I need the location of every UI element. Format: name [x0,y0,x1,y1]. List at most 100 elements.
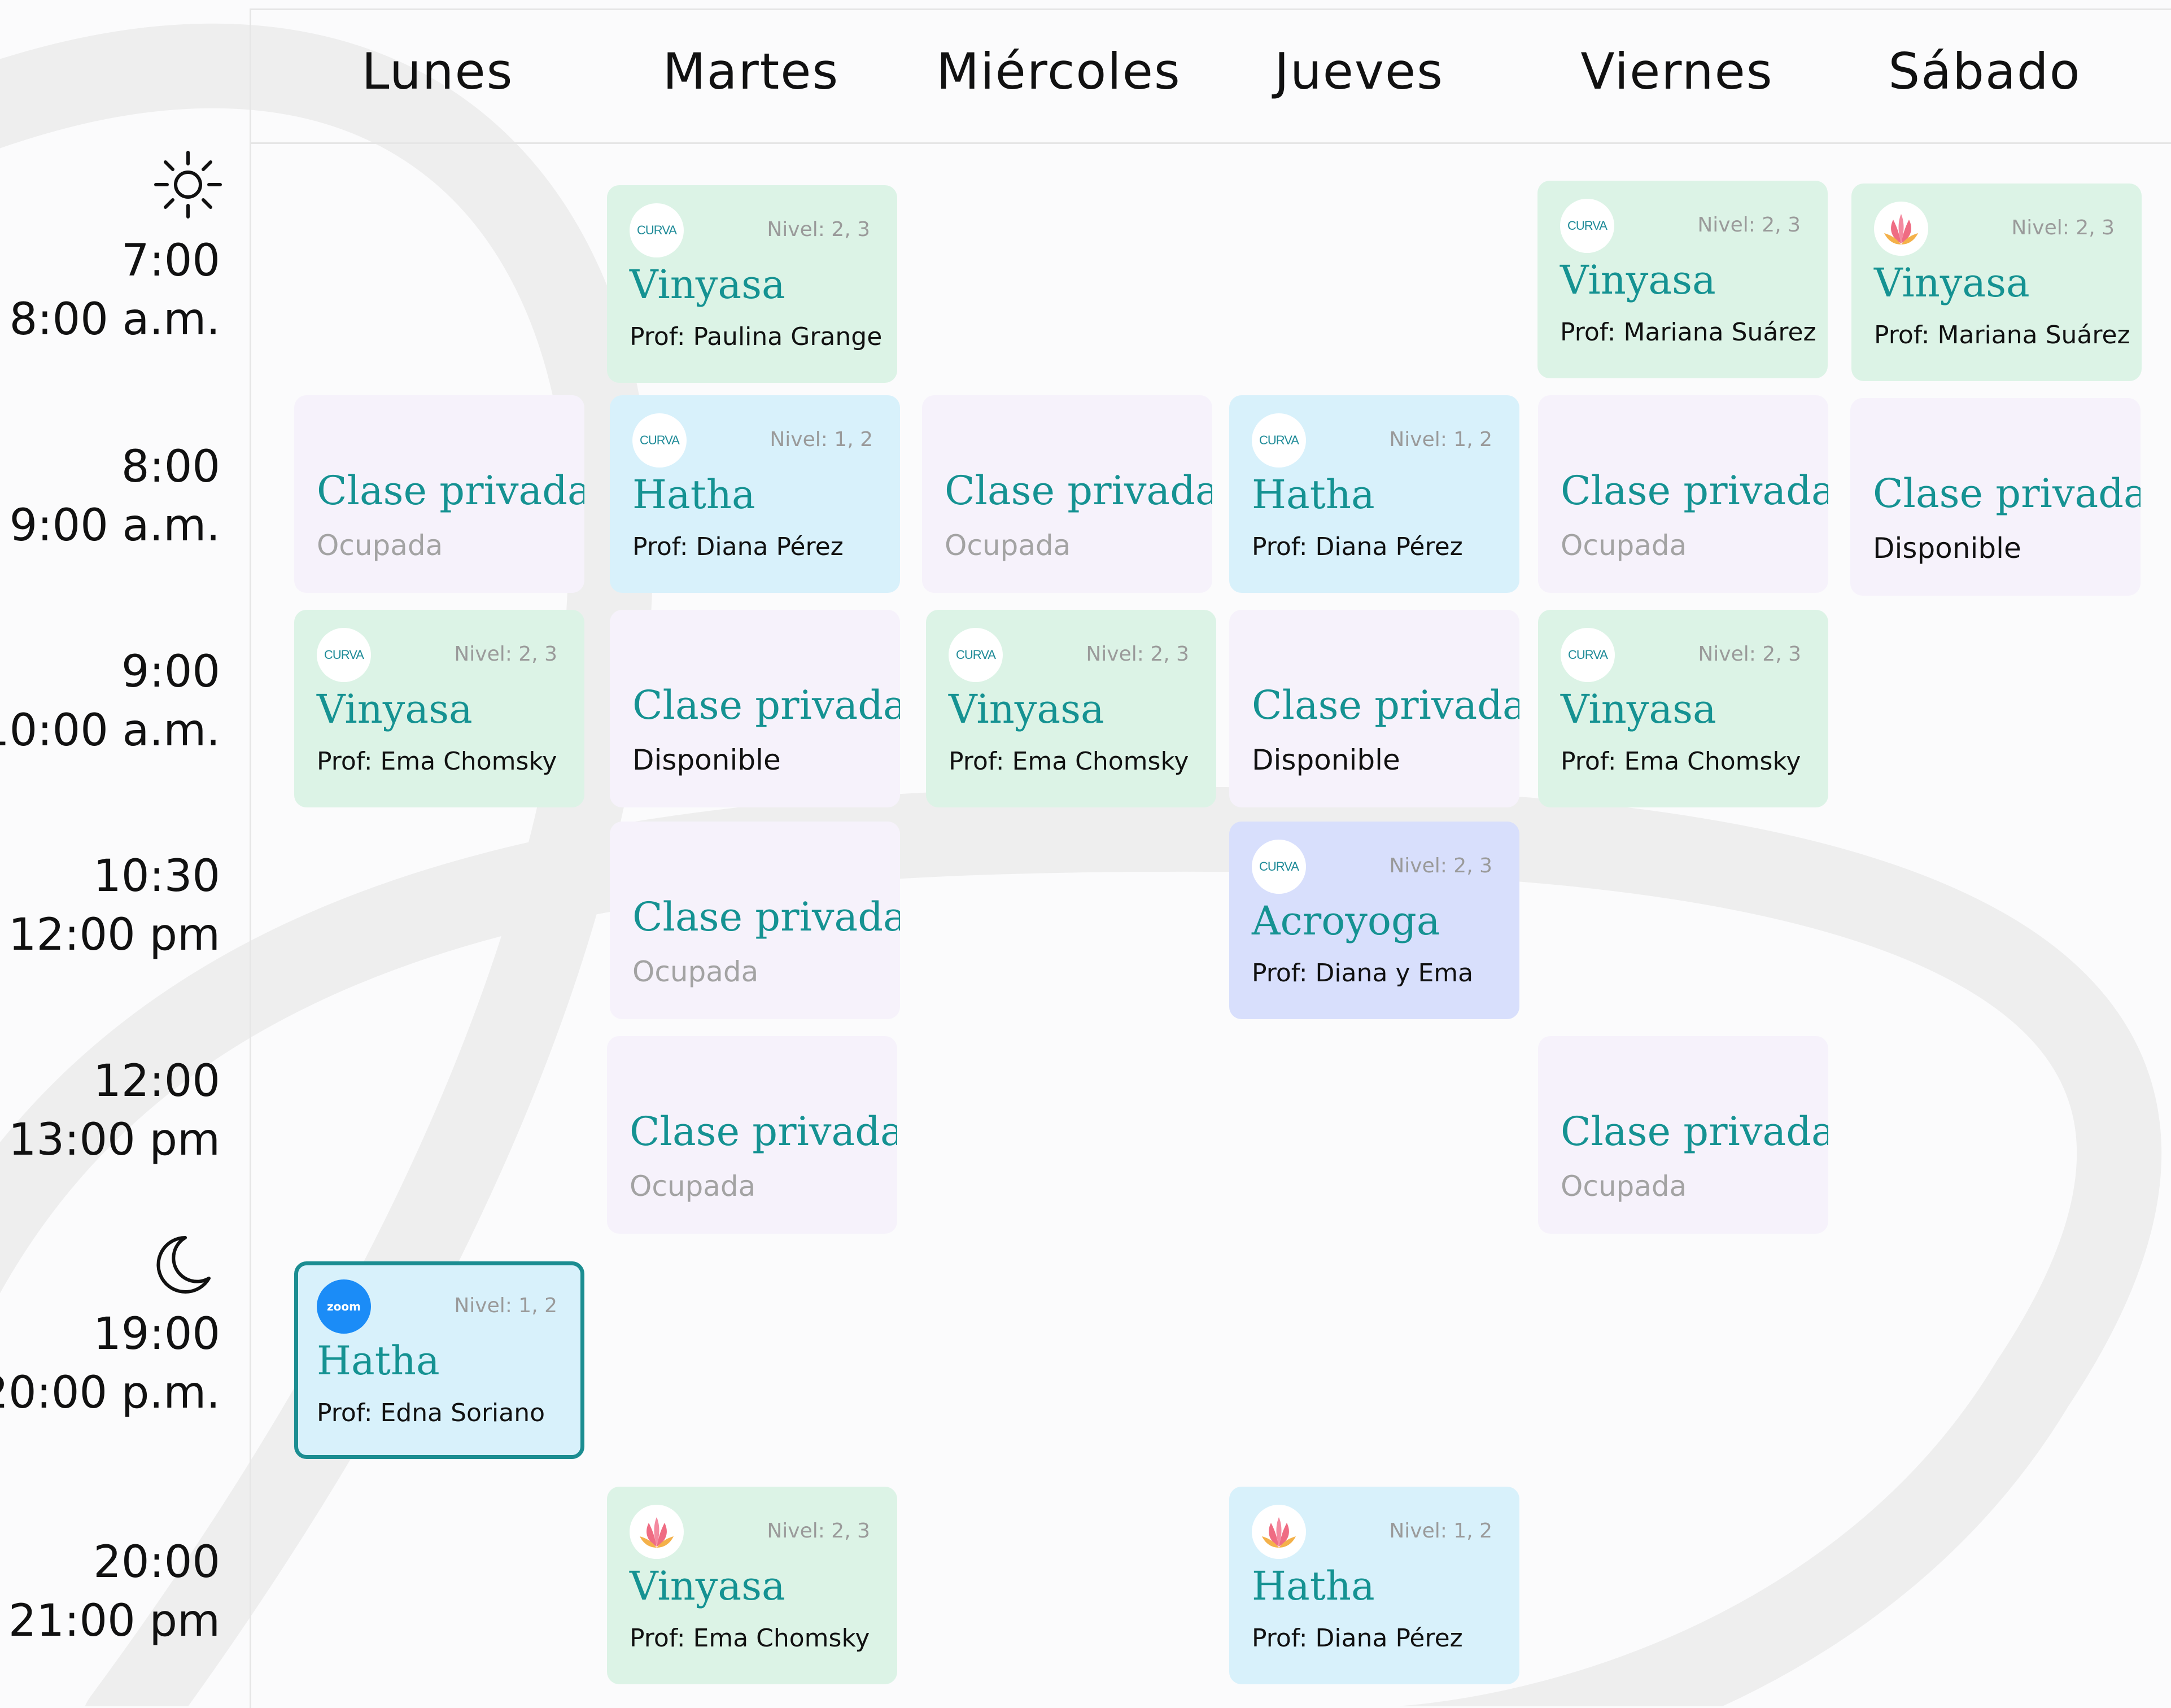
class-title: Hatha [317,1338,440,1384]
class-title: Hatha [632,471,755,518]
class-title: Clase privada [945,468,1212,514]
class-title: Vinyasa [1561,686,1716,732]
class-level: Nivel: 2, 3 [2011,216,2115,239]
day-header-martes: Martes [662,42,840,101]
header-divider [250,142,2171,144]
class-title: Vinyasa [1560,257,1716,303]
availability-status: Ocupada [1561,529,1687,562]
time-slot-0800: 8:00 9:00 a.m. [9,442,220,551]
class-teacher: Prof: Ema Chomsky [630,1624,870,1653]
time-slot-0700: 7:00 8:00 a.m. [9,235,220,345]
class-card-martes-0900-private[interactable]: Clase privada Disponible [610,610,900,807]
day-header-jueves: Jueves [1274,42,1444,101]
class-card-jueves-0900-private[interactable]: Clase privada Disponible [1229,610,1519,807]
class-card-martes-0800-hatha[interactable]: CURVA Nivel: 1, 2 Hatha Prof: Diana Pére… [610,395,900,593]
class-card-miercoles-0900-vinyasa[interactable]: CURVA Nivel: 2, 3 Vinyasa Prof: Ema Chom… [926,610,1216,807]
class-title: Hatha [1252,471,1375,518]
class-title: Clase privada [1252,682,1519,728]
curva-logo-icon: CURVA [632,413,687,468]
time-slot-1200: 12:00 13:00 pm [8,1056,220,1165]
class-card-viernes-0800-private[interactable]: Clase privada Ocupada [1538,395,1828,593]
class-title: Clase privada [632,894,900,940]
class-teacher: Prof: Diana y Ema [1252,959,1474,988]
moon-icon [156,1236,211,1294]
time-slot-1030: 10:30 12:00 pm [8,851,220,960]
class-card-sabado-0800-private[interactable]: Clase privada Disponible [1850,398,2141,596]
day-header-viernes: Viernes [1580,42,1774,101]
class-card-sabado-0700-vinyasa[interactable]: Nivel: 2, 3 Vinyasa Prof: Mariana Suárez [1851,184,2142,381]
day-header-miercoles: Miércoles [936,42,1181,101]
class-teacher: Prof: Paulina Grange [630,322,883,351]
class-card-viernes-1200-private[interactable]: Clase privada Ocupada [1538,1036,1828,1234]
class-teacher: Prof: Ema Chomsky [949,747,1189,776]
availability-status: Disponible [1873,532,2021,565]
availability-status: Ocupada [945,529,1071,562]
class-teacher: Prof: Ema Chomsky [1561,747,1801,776]
zoom-logo-icon: zoom [317,1279,371,1334]
class-card-viernes-0900-vinyasa[interactable]: CURVA Nivel: 2, 3 Vinyasa Prof: Ema Chom… [1538,610,1828,807]
class-card-lunes-1900-hatha[interactable]: zoom Nivel: 1, 2 Hatha Prof: Edna Sorian… [294,1261,584,1459]
class-card-martes-1200-private[interactable]: Clase privada Ocupada [607,1036,897,1234]
curva-logo-icon: CURVA [1561,628,1615,682]
class-title: Clase privada [1561,468,1828,514]
sun-icon [154,151,222,219]
class-title: Hatha [1252,1563,1375,1609]
class-title: Clase privada [317,468,584,514]
class-level: Nivel: 2, 3 [767,1519,870,1543]
curva-logo-icon: CURVA [317,628,371,682]
class-card-jueves-0800-hatha[interactable]: CURVA Nivel: 1, 2 Hatha Prof: Diana Pére… [1229,395,1519,593]
availability-status: Disponible [1252,744,1400,776]
class-teacher: Prof: Mariana Suárez [1874,321,2130,350]
day-header-sabado: Sábado [1888,42,2081,101]
curva-logo-icon: CURVA [1252,840,1306,894]
lotus-logo-icon [1252,1505,1306,1559]
class-title: Vinyasa [317,686,473,732]
class-level: Nivel: 2, 3 [1698,643,1801,666]
class-title: Acroyoga [1252,898,1440,944]
lotus-logo-icon [1874,202,1928,256]
curva-logo-icon: CURVA [1252,413,1306,468]
class-title: Clase privada [632,682,900,728]
class-title: Clase privada [1561,1108,1828,1155]
time-slot-1900: 19:00 20:00 p.m. [0,1309,220,1418]
class-title: Clase privada [1873,470,2141,517]
availability-status: Ocupada [632,955,759,988]
class-level: Nivel: 1, 2 [454,1294,557,1317]
class-card-lunes-0900-vinyasa[interactable]: CURVA Nivel: 2, 3 Vinyasa Prof: Ema Chom… [294,610,584,807]
class-teacher: Prof: Diana Pérez [1252,1624,1463,1653]
class-card-martes-2000-vinyasa[interactable]: Nivel: 2, 3 Vinyasa Prof: Ema Chomsky [607,1487,897,1684]
class-level: Nivel: 1, 2 [1389,1519,1492,1543]
class-teacher: Prof: Edna Soriano [317,1399,545,1427]
class-level: Nivel: 2, 3 [1086,643,1189,666]
availability-status: Ocupada [630,1170,756,1203]
class-teacher: Prof: Mariana Suárez [1560,318,1816,347]
class-card-martes-1030-private[interactable]: Clase privada Ocupada [610,822,900,1019]
availability-status: Ocupada [317,529,443,562]
class-card-jueves-1030-acroyoga[interactable]: CURVA Nivel: 2, 3 Acroyoga Prof: Diana y… [1229,822,1519,1019]
class-title: Vinyasa [630,1563,785,1609]
class-title: Vinyasa [630,261,785,308]
class-level: Nivel: 1, 2 [770,428,873,451]
class-teacher: Prof: Diana Pérez [632,532,844,561]
class-title: Vinyasa [1874,260,2030,306]
class-card-lunes-0800-private[interactable]: Clase privada Ocupada [294,395,584,593]
class-card-miercoles-0800-private[interactable]: Clase privada Ocupada [922,395,1212,593]
class-level: Nivel: 2, 3 [1697,213,1801,237]
class-level: Nivel: 2, 3 [454,643,557,666]
class-card-martes-0700-vinyasa[interactable]: CURVA Nivel: 2, 3 Vinyasa Prof: Paulina … [607,185,897,383]
class-card-jueves-2000-hatha[interactable]: Nivel: 1, 2 Hatha Prof: Diana Pérez [1229,1487,1519,1684]
curva-logo-icon: CURVA [949,628,1003,682]
day-header-lunes: Lunes [361,42,514,101]
class-card-viernes-0700-vinyasa[interactable]: CURVA Nivel: 2, 3 Vinyasa Prof: Mariana … [1537,181,1828,378]
class-level: Nivel: 1, 2 [1389,428,1492,451]
class-teacher: Prof: Ema Chomsky [317,747,557,776]
availability-status: Ocupada [1561,1170,1687,1203]
class-teacher: Prof: Diana Pérez [1252,532,1463,561]
availability-status: Disponible [632,744,781,776]
lotus-logo-icon [630,1505,684,1559]
curva-logo-icon: CURVA [1560,199,1614,253]
class-title: Vinyasa [949,686,1104,732]
class-title: Clase privada [630,1108,897,1155]
class-level: Nivel: 2, 3 [1389,854,1492,877]
class-level: Nivel: 2, 3 [767,218,870,241]
